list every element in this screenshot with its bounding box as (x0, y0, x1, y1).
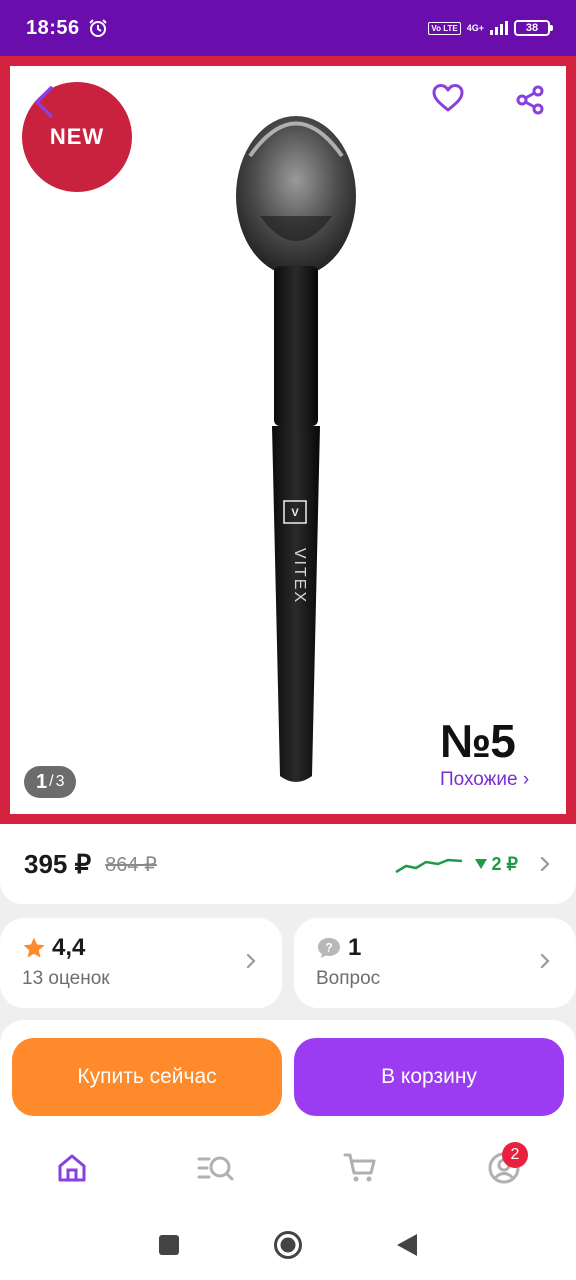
network-type: 4G+ (466, 23, 484, 33)
chevron-right-icon (246, 954, 256, 968)
back-icon (35, 86, 53, 118)
bottom-tab-bar: 2 (0, 1126, 576, 1210)
chevron-right-icon (540, 954, 550, 968)
rating-card[interactable]: 4,4 13 оценок (0, 918, 282, 1008)
page-separator: / (49, 773, 54, 790)
new-badge-label: NEW (49, 124, 105, 149)
star-icon (23, 937, 45, 958)
similar-button[interactable]: Похожие › (424, 758, 546, 802)
favorite-button[interactable] (428, 78, 468, 118)
product-image-brush: V VITEX (236, 116, 356, 782)
rating-value: 4,4 (52, 934, 86, 961)
brand-text: VITEX (291, 548, 308, 604)
nav-home-icon[interactable] (273, 1230, 303, 1260)
question-icon: ? (318, 938, 340, 958)
buy-now-button[interactable]: Купить сейчас (12, 1038, 282, 1116)
product-gallery[interactable]: NEW V VITEX №5 1 / 3 Похожие › (0, 56, 576, 824)
price-delta-value: 2 ₽ (491, 853, 518, 874)
price-trend: 2 ₽ (394, 852, 552, 876)
svg-text:V: V (291, 507, 299, 519)
tab-profile[interactable]: 2 (474, 1138, 534, 1198)
status-bar: 18:56 Vo LTE 4G+ 38 (0, 0, 576, 56)
heart-icon (432, 84, 464, 112)
purchase-actions: Купить сейчас В корзину (0, 1020, 576, 1130)
share-button[interactable] (510, 80, 550, 120)
nav-recents-icon[interactable] (157, 1233, 181, 1257)
signal-icon (490, 21, 508, 35)
price-card[interactable]: 395 ₽ 864 ₽ 2 ₽ (0, 824, 576, 904)
svg-text:?: ? (325, 941, 332, 955)
old-price: 864 ₽ (105, 853, 157, 876)
back-button[interactable] (26, 82, 62, 122)
add-to-cart-button[interactable]: В корзину (294, 1038, 564, 1116)
price-delta: 2 ₽ (474, 854, 518, 875)
arrow-down-icon (474, 859, 487, 869)
catalog-search-icon (197, 1156, 234, 1181)
questions-card[interactable]: ? 1 Вопрос (294, 918, 576, 1008)
nav-back-icon[interactable] (395, 1232, 419, 1258)
cart-icon (343, 1153, 376, 1182)
current-price: 395 ₽ (24, 848, 92, 879)
page-current: 1 (36, 770, 48, 793)
price-trend-graph-icon (394, 858, 462, 874)
rating-count: 13 оценок (22, 968, 110, 989)
page-indicator: 1 / 3 (24, 766, 77, 798)
tab-home[interactable] (42, 1138, 102, 1198)
chevron-right-icon (540, 857, 550, 871)
tab-cart[interactable] (330, 1138, 390, 1198)
battery-level: 38 (525, 22, 539, 34)
profile-badge: 2 (502, 1142, 528, 1168)
status-icons: Vo LTE 4G+ 38 (428, 20, 553, 36)
status-time: 18:56 (26, 16, 80, 39)
tab-catalog[interactable] (186, 1138, 246, 1198)
questions-count: 1 (348, 934, 362, 961)
volte-indicator: Vo LTE (428, 21, 461, 35)
page-total: 3 (55, 773, 65, 790)
questions-label: Вопрос (316, 968, 381, 989)
battery-icon: 38 (514, 20, 553, 36)
home-icon (58, 1154, 86, 1182)
share-icon (516, 85, 544, 115)
alarm-icon (88, 19, 107, 37)
system-nav-bar (0, 1210, 576, 1280)
